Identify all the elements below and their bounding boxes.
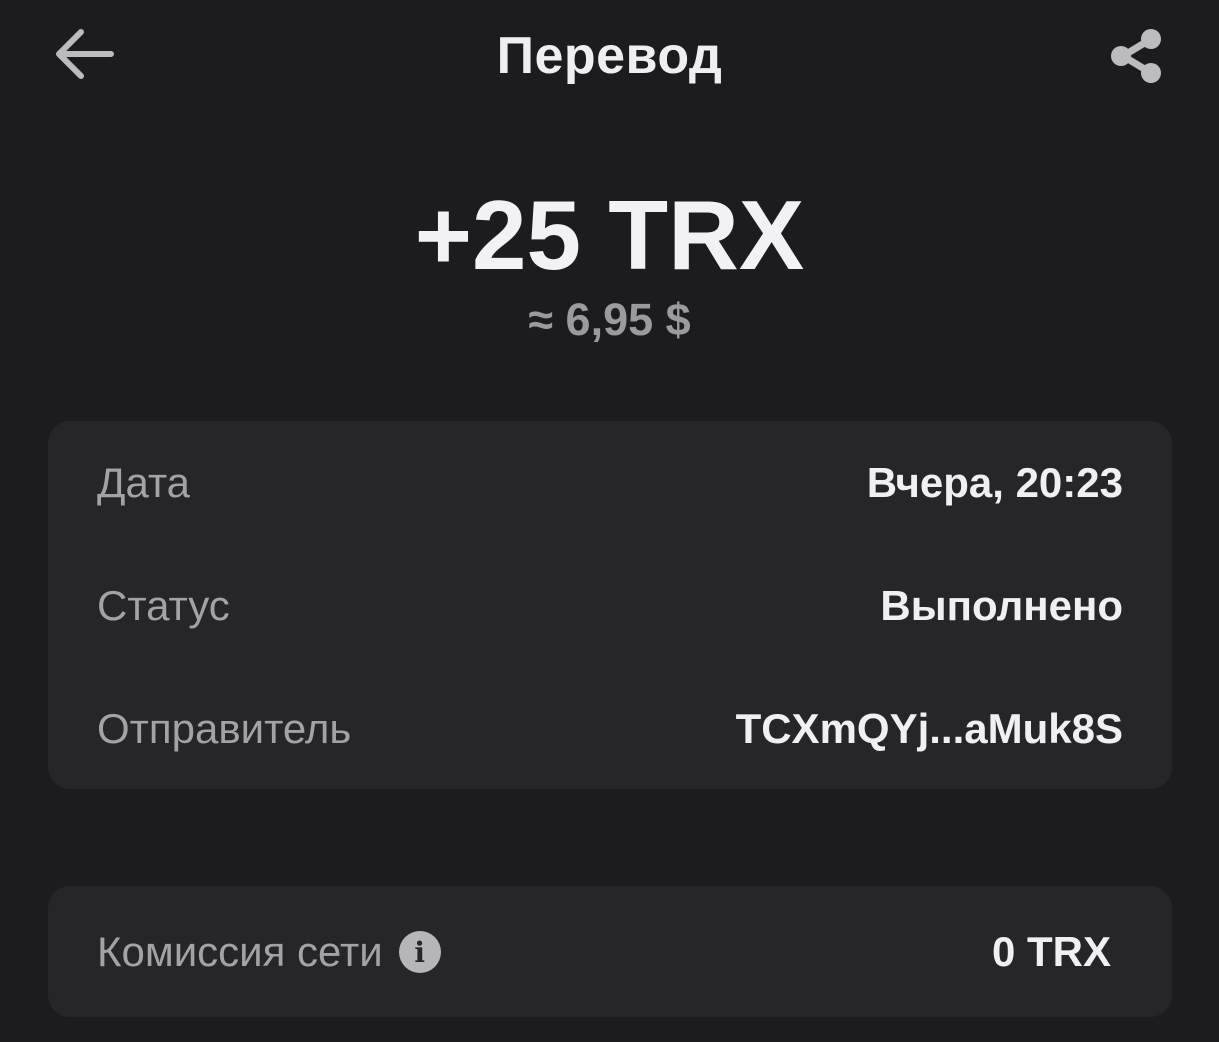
detail-value: Вчера, 20:23	[866, 459, 1123, 506]
detail-row-sender[interactable]: Отправитель TCXmQYj...aMuk8S	[97, 699, 1123, 759]
info-icon[interactable]: i	[398, 931, 441, 973]
share-button[interactable]	[1096, 18, 1176, 94]
fiat-equivalent: ≈ 6,95 $	[528, 294, 691, 345]
details-card: Дата Вчера, 20:23 Статус Выполнено Отпра…	[48, 421, 1172, 789]
transaction-amount: +25 TRX	[414, 180, 805, 290]
detail-row-status: Статус Выполнено	[97, 576, 1123, 636]
detail-label: Статус	[97, 582, 230, 629]
fee-row: Комиссия сети i 0 TRX	[97, 922, 1111, 982]
sender-address[interactable]: TCXmQYj...aMuk8S	[736, 705, 1123, 753]
detail-row-date: Дата Вчера, 20:23	[97, 453, 1123, 513]
fee-label: Комиссия сети	[97, 928, 383, 975]
detail-label: Дата	[97, 459, 191, 506]
fee-label-group: Комиссия сети i	[97, 928, 441, 976]
header: Перевод	[0, 0, 1219, 112]
fee-value: 0 TRX	[991, 928, 1111, 975]
page-title: Перевод	[496, 27, 723, 85]
detail-value: Выполнено	[880, 582, 1123, 629]
detail-label: Отправитель	[97, 705, 352, 752]
share-icon	[1111, 29, 1161, 83]
fee-card: Комиссия сети i 0 TRX	[48, 886, 1172, 1017]
